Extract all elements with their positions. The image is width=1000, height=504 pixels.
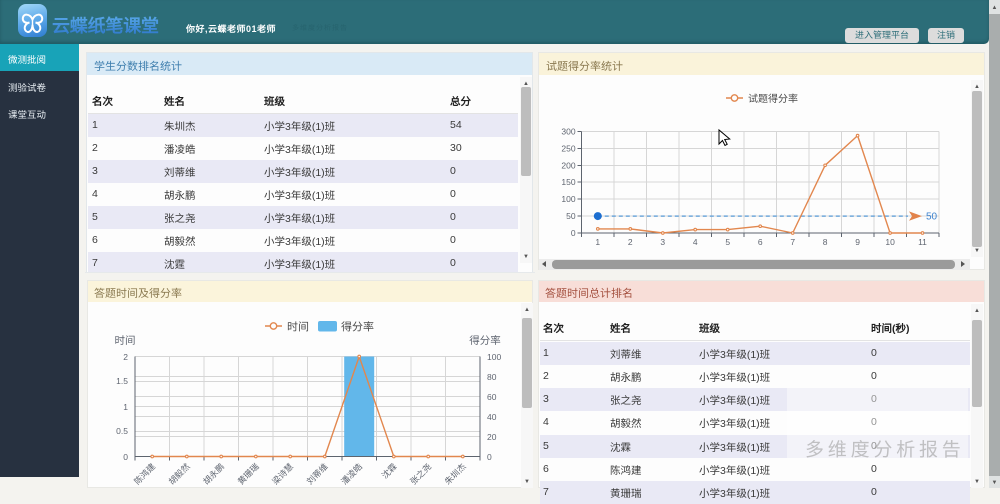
svg-text:300: 300 bbox=[561, 127, 575, 137]
svg-text:10: 10 bbox=[885, 237, 895, 247]
svg-text:胡毅然: 胡毅然 bbox=[167, 461, 192, 486]
svg-text:时间: 时间 bbox=[287, 321, 309, 334]
svg-text:80: 80 bbox=[487, 372, 497, 382]
svg-text:1.5: 1.5 bbox=[116, 376, 128, 386]
svg-text:得分率: 得分率 bbox=[469, 335, 501, 347]
svg-text:1: 1 bbox=[123, 402, 128, 412]
svg-text:胡永鹏: 胡永鹏 bbox=[201, 461, 226, 486]
svg-text:250: 250 bbox=[561, 143, 575, 153]
svg-text:8: 8 bbox=[823, 237, 828, 247]
svg-text:0: 0 bbox=[571, 228, 576, 238]
svg-text:40: 40 bbox=[487, 412, 497, 422]
svg-text:得分率: 得分率 bbox=[341, 321, 374, 334]
svg-text:11: 11 bbox=[918, 237, 927, 247]
svg-text:0.5: 0.5 bbox=[116, 426, 128, 436]
svg-text:朱圳杰: 朱圳杰 bbox=[443, 461, 468, 486]
svg-text:200: 200 bbox=[561, 160, 575, 170]
svg-text:0: 0 bbox=[123, 452, 128, 462]
svg-text:陈鸿建: 陈鸿建 bbox=[132, 461, 157, 486]
svg-text:50: 50 bbox=[926, 212, 938, 223]
svg-text:梁诗慧: 梁诗慧 bbox=[270, 461, 295, 486]
svg-text:张之尧: 张之尧 bbox=[408, 461, 433, 486]
svg-text:100: 100 bbox=[561, 194, 575, 204]
svg-text:时间: 时间 bbox=[115, 335, 136, 347]
svg-text:60: 60 bbox=[487, 392, 497, 402]
svg-text:沈霖: 沈霖 bbox=[380, 461, 399, 480]
svg-text:6: 6 bbox=[758, 237, 763, 247]
svg-text:刘蒂维: 刘蒂维 bbox=[305, 461, 330, 486]
svg-text:3: 3 bbox=[660, 237, 665, 247]
svg-text:100: 100 bbox=[487, 352, 501, 362]
svg-text:5: 5 bbox=[725, 237, 730, 247]
svg-text:4: 4 bbox=[693, 237, 698, 247]
svg-text:7: 7 bbox=[790, 237, 795, 247]
svg-text:20: 20 bbox=[487, 432, 497, 442]
svg-text:潘凌皓: 潘凌皓 bbox=[339, 461, 364, 486]
svg-text:黄珊瑞: 黄珊瑞 bbox=[236, 461, 261, 486]
svg-text:试题得分率: 试题得分率 bbox=[748, 93, 798, 105]
svg-text:2: 2 bbox=[123, 352, 128, 362]
svg-text:9: 9 bbox=[855, 237, 860, 247]
svg-text:0: 0 bbox=[487, 452, 492, 462]
svg-text:1: 1 bbox=[595, 237, 600, 247]
svg-text:50: 50 bbox=[566, 211, 576, 221]
svg-text:2: 2 bbox=[628, 237, 633, 247]
svg-text:150: 150 bbox=[561, 177, 575, 187]
